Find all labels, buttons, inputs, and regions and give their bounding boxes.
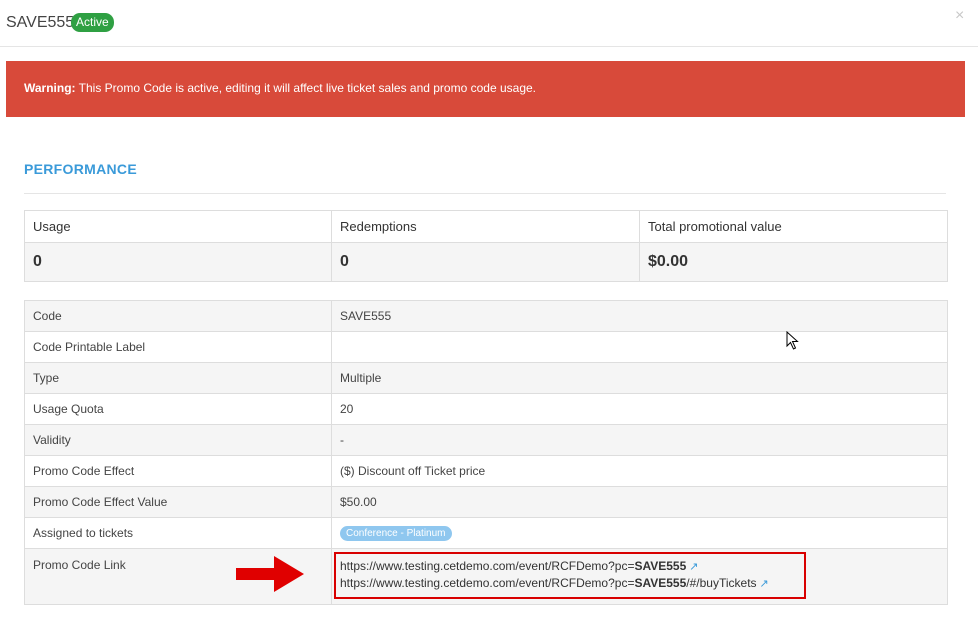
section-divider — [24, 193, 946, 194]
row-value: $50.00 — [331, 486, 948, 518]
mouse-cursor-icon — [786, 331, 799, 350]
row-value: ($) Discount off Ticket price — [331, 455, 948, 487]
promo-details-table: Code SAVE555 Code Printable Label Type M… — [24, 300, 948, 605]
redemptions-header: Redemptions — [331, 210, 640, 243]
warning-label: Warning: — [24, 81, 76, 95]
external-link-icon[interactable]: ↗︎ — [760, 578, 769, 590]
row-label: Type — [24, 362, 332, 394]
warning-message: This Promo Code is active, editing it wi… — [75, 81, 536, 95]
row-value: Multiple — [331, 362, 948, 394]
redemptions-value: 0 — [331, 242, 640, 282]
external-link-icon[interactable]: ↗︎ — [689, 561, 698, 573]
row-value: 20 — [331, 393, 948, 425]
table-row: Promo Code Effect ($) Discount off Ticke… — [24, 455, 948, 487]
row-label: Promo Code Effect Value — [24, 486, 332, 518]
row-value — [331, 331, 948, 363]
table-row: Promo Code Effect Value $50.00 — [24, 486, 948, 518]
row-value: SAVE555 — [331, 300, 948, 332]
usage-header: Usage — [24, 210, 332, 243]
promo-code-title: SAVE555 — [6, 14, 75, 31]
row-label: Code — [24, 300, 332, 332]
row-label: Usage Quota — [24, 393, 332, 425]
warning-alert: Warning: This Promo Code is active, edit… — [6, 61, 965, 117]
ticket-tag[interactable]: Conference - Platinum — [340, 526, 452, 541]
promo-code-links: https://www.testing.cetdemo.com/event/RC… — [331, 548, 948, 605]
table-row: Code Printable Label — [24, 331, 948, 363]
row-label: Code Printable Label — [24, 331, 332, 363]
row-label: Validity — [24, 424, 332, 456]
row-label: Assigned to tickets — [24, 517, 332, 549]
row-value: - — [331, 424, 948, 456]
row-value: Conference - Platinum — [331, 517, 948, 549]
table-row: Validity - — [24, 424, 948, 456]
row-label: Promo Code Effect — [24, 455, 332, 487]
section-title-performance: PERFORMANCE — [24, 161, 137, 177]
table-row: Code SAVE555 — [24, 300, 948, 332]
table-row: Assigned to tickets Conference - Platinu… — [24, 517, 948, 549]
promo-link-buy-tickets[interactable]: https://www.testing.cetdemo.com/event/RC… — [340, 575, 939, 592]
total-value-value: $0.00 — [639, 242, 948, 282]
usage-value: 0 — [24, 242, 332, 282]
table-row: Type Multiple — [24, 362, 948, 394]
status-badge: Active — [71, 13, 114, 32]
red-arrow-icon — [236, 556, 304, 592]
close-icon[interactable]: × — [955, 7, 964, 25]
performance-table: Usage Redemptions Total promotional valu… — [24, 210, 948, 282]
total-value-header: Total promotional value — [639, 210, 948, 243]
promo-link[interactable]: https://www.testing.cetdemo.com/event/RC… — [340, 558, 939, 575]
modal-header: SAVE555 Active × — [0, 0, 978, 47]
table-row: Promo Code Link https://www.testing.cetd… — [24, 548, 948, 605]
table-row: Usage Quota 20 — [24, 393, 948, 425]
